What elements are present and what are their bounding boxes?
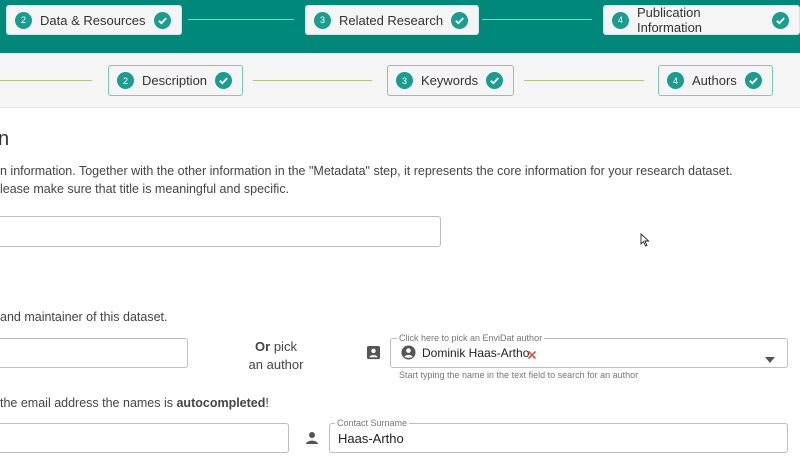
autocomplete-bold: autocompleted: [176, 396, 266, 410]
top-step-publication-information[interactable]: 4 Publication Information: [603, 5, 800, 35]
sub-step-connector: [0, 80, 92, 81]
sub-step-authors[interactable]: 4 Authors: [658, 65, 773, 96]
step-label: Publication Information: [637, 5, 703, 35]
mouse-cursor-icon: [640, 232, 650, 252]
sub-step-connector: [253, 80, 372, 81]
step-label: Description: [142, 73, 208, 88]
contact-firstname-input[interactable]: [0, 423, 289, 453]
step-number: 3: [314, 11, 331, 29]
step-number: 2: [117, 72, 134, 89]
account-box-icon: [366, 345, 381, 365]
pick-label: pick: [273, 339, 297, 354]
autocomplete-text: the email address the names is autocompl…: [0, 396, 269, 410]
sub-step-keywords[interactable]: 3 Keywords: [387, 65, 515, 96]
top-step-related-research[interactable]: 3 Related Research: [305, 5, 480, 35]
remove-author-icon[interactable]: [527, 347, 537, 365]
step-number: 4: [612, 11, 629, 29]
step-label: Keywords: [421, 73, 479, 88]
author-picker-label: Click here to pick an EnviDat author: [397, 333, 545, 343]
sub-step-connector: [524, 80, 644, 81]
check-circle-icon: [486, 72, 504, 89]
intro-text-line-2: lease make sure that title is meaningful…: [0, 182, 290, 196]
an-author-label: an author: [248, 357, 304, 372]
step-label: Authors: [692, 73, 737, 88]
check-circle-icon: [451, 11, 469, 29]
check-circle-icon: [744, 72, 762, 89]
person-icon: [305, 431, 319, 450]
step-number: 4: [667, 72, 684, 89]
top-step-data-resources[interactable]: 2 Data & Resources: [6, 5, 182, 35]
contact-email-input[interactable]: [0, 338, 188, 368]
section-heading: n: [0, 128, 10, 150]
contact-info-text: and maintainer of this dataset.: [0, 310, 168, 324]
author-picker-hint: Start typing the name in the text field …: [399, 370, 639, 380]
or-label: Or: [255, 339, 271, 354]
sub-step-description[interactable]: 2 Description: [108, 65, 244, 96]
top-step-connector: [188, 19, 294, 20]
step-label: Data & Resources: [40, 12, 146, 28]
selected-author-chip: Dominik Haas-Artho: [422, 346, 530, 360]
step-number: 3: [396, 72, 413, 89]
contact-surname-value: Haas-Artho: [338, 431, 404, 446]
account-circle-icon: [401, 345, 416, 365]
step-number: 2: [15, 11, 32, 29]
autocomplete-prefix: the email address the names is: [0, 396, 177, 410]
intro-text-line-1: n information. Together with the other i…: [0, 164, 733, 178]
autocomplete-suffix: !: [265, 396, 269, 410]
contact-surname-label: Contact Surname: [335, 418, 410, 428]
title-input[interactable]: [0, 216, 441, 247]
check-circle-icon: [215, 72, 233, 89]
pick-author-text: Or pick an author: [236, 338, 316, 374]
top-step-connector: [482, 19, 592, 20]
step-label: Related Research: [339, 12, 444, 28]
dropdown-arrow-icon[interactable]: [765, 350, 775, 368]
check-circle-icon: [772, 11, 789, 29]
check-circle-icon: [153, 11, 171, 29]
